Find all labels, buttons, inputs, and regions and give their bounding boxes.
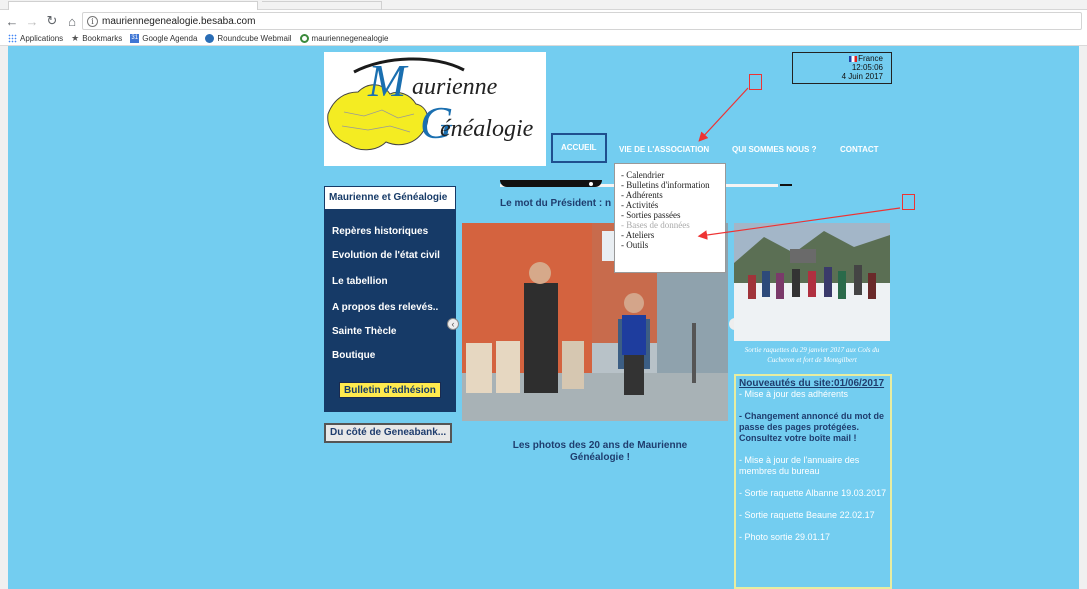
snowshoe-photo bbox=[734, 223, 890, 341]
news-item: - Sortie raquette Beaune 22.02.17 bbox=[739, 510, 875, 520]
browser-toolbar: ← → ↻ ⌂ i mauriennegenealogie.besaba.com bbox=[0, 10, 1087, 32]
submenu-adherents[interactable]: - Adhérents bbox=[621, 190, 719, 200]
submenu-outils[interactable]: - Outils bbox=[621, 240, 719, 250]
bookmarks-bar: Applications ★ Bookmarks 31 Google Agend… bbox=[0, 32, 1087, 46]
browser-tab-active[interactable] bbox=[8, 1, 258, 10]
submenu-bases-donnees[interactable]: - Bases de données bbox=[621, 220, 719, 230]
calendar-icon: 31 bbox=[130, 34, 140, 43]
menu-vie-association[interactable]: VIE DE L'ASSOCIATION bbox=[619, 135, 709, 165]
browser-tab[interactable] bbox=[262, 1, 382, 10]
news-item: - Mise à jour des adhérents bbox=[739, 389, 849, 399]
bookmark-label: Roundcube Webmail bbox=[217, 34, 292, 43]
page-margin-left bbox=[0, 46, 8, 589]
sidebar-header[interactable]: Maurienne et Généalogie bbox=[324, 186, 456, 210]
bookmark-label: Google Agenda bbox=[142, 34, 198, 43]
clock-widget: France 12:05:06 4 Juin 2017 bbox=[792, 52, 892, 84]
url-text: mauriennegenealogie.besaba.com bbox=[102, 15, 256, 27]
france-flag-icon bbox=[849, 55, 858, 62]
bulletin-adhesion-button[interactable]: Bulletin d'adhésion bbox=[339, 382, 441, 398]
main-photo-caption: Les photos des 20 ans de Maurienne Généa… bbox=[512, 440, 688, 463]
clock-country: France bbox=[858, 54, 883, 63]
sidebar-item-sainte-thecle[interactable]: Sainte Thècle bbox=[332, 326, 396, 337]
bookmark-google-agenda[interactable]: 31 Google Agenda bbox=[130, 34, 197, 43]
slider-end bbox=[780, 184, 792, 186]
info-icon[interactable]: i bbox=[87, 15, 98, 27]
side-photo[interactable] bbox=[734, 223, 890, 341]
web-page: M aurienne G énéalogie France 12:05:06 4… bbox=[0, 46, 1087, 589]
forward-icon[interactable]: → bbox=[24, 13, 40, 29]
star-icon: ★ bbox=[71, 33, 80, 43]
menu-accueil[interactable]: ACCUEIL bbox=[551, 133, 607, 163]
association-dropdown: - Calendrier - Bulletins d'information -… bbox=[614, 163, 726, 273]
geneabank-button[interactable]: Du côté de Geneabank... bbox=[324, 423, 452, 443]
news-panel: Nouveautés du site:01/06/2017 - Mise à j… bbox=[734, 374, 892, 589]
annotation-box bbox=[902, 194, 915, 210]
news-item: - Mise à jour de l'annuaire des membres … bbox=[739, 455, 860, 476]
bookmark-bookmarks[interactable]: ★ Bookmarks bbox=[71, 33, 122, 44]
bookmark-roundcube[interactable]: Roundcube Webmail bbox=[205, 34, 292, 43]
bookmark-maurienne[interactable]: mauriennegenealogie bbox=[299, 34, 389, 43]
submenu-activites[interactable]: - Activités bbox=[621, 200, 719, 210]
bookmark-label: mauriennegenealogie bbox=[311, 34, 389, 43]
sidebar-item-boutique[interactable]: Boutique bbox=[332, 350, 375, 361]
bookmark-label: Bookmarks bbox=[82, 34, 123, 43]
logo-text-genealogie: énéalogie bbox=[440, 116, 534, 142]
reload-icon[interactable]: ↻ bbox=[44, 13, 60, 29]
menu-qui-sommes-nous[interactable]: QUI SOMMES NOUS ? bbox=[732, 135, 816, 165]
annotation-box bbox=[749, 74, 762, 90]
back-icon[interactable]: ← bbox=[4, 13, 20, 29]
side-photo-caption: Sortie raquettes du 29 janvier 2017 aux … bbox=[744, 346, 880, 364]
bookmark-label: Applications bbox=[20, 34, 64, 43]
apps-grid-icon bbox=[8, 34, 17, 43]
roundcube-icon bbox=[205, 34, 215, 43]
slider-dot bbox=[589, 182, 593, 186]
sidebar-item-tabellion[interactable]: Le tabellion bbox=[332, 276, 388, 287]
sidebar-item-etat-civil[interactable]: Evolution de l'état civil bbox=[332, 250, 440, 261]
news-item: - Photo sortie 29.01.17 bbox=[739, 532, 831, 542]
site-favicon-icon bbox=[299, 34, 309, 43]
page-margin-right bbox=[1079, 46, 1087, 589]
president-heading[interactable]: Le mot du Président : n bbox=[500, 198, 611, 209]
slider-handle bbox=[500, 180, 602, 187]
news-item: - Sortie raquette Albanne 19.03.2017 bbox=[739, 488, 887, 498]
address-bar[interactable]: i mauriennegenealogie.besaba.com bbox=[82, 12, 1082, 30]
submenu-calendrier[interactable]: - Calendrier bbox=[621, 170, 719, 180]
sidebar-item-reperes[interactable]: Repères historiques bbox=[332, 226, 428, 237]
clock-date: 4 Juin 2017 bbox=[841, 72, 883, 81]
tab-strip bbox=[0, 0, 1087, 10]
sidebar-item-releves[interactable]: A propos des relevés.. bbox=[332, 302, 438, 313]
submenu-bulletins[interactable]: - Bulletins d'information bbox=[621, 180, 719, 190]
site-logo[interactable]: M aurienne G énéalogie bbox=[324, 52, 546, 166]
home-icon[interactable]: ⌂ bbox=[64, 13, 80, 29]
slideshow-prev-icon[interactable]: ‹ bbox=[447, 318, 459, 330]
submenu-sorties[interactable]: - Sorties passées bbox=[621, 210, 719, 220]
clock-time: 12:05:06 bbox=[851, 63, 883, 72]
bookmark-applications[interactable]: Applications bbox=[8, 34, 63, 43]
logo-letter-m: M bbox=[368, 55, 407, 106]
menu-contact[interactable]: CONTACT bbox=[840, 135, 879, 165]
sidebar: Maurienne et Généalogie Repères historiq… bbox=[324, 186, 456, 412]
news-item-important: - Changement annoncé du mot de passe des… bbox=[739, 411, 885, 443]
submenu-ateliers[interactable]: - Ateliers bbox=[621, 230, 719, 240]
news-title[interactable]: Nouveautés du site:01/06/2017 bbox=[739, 378, 887, 389]
